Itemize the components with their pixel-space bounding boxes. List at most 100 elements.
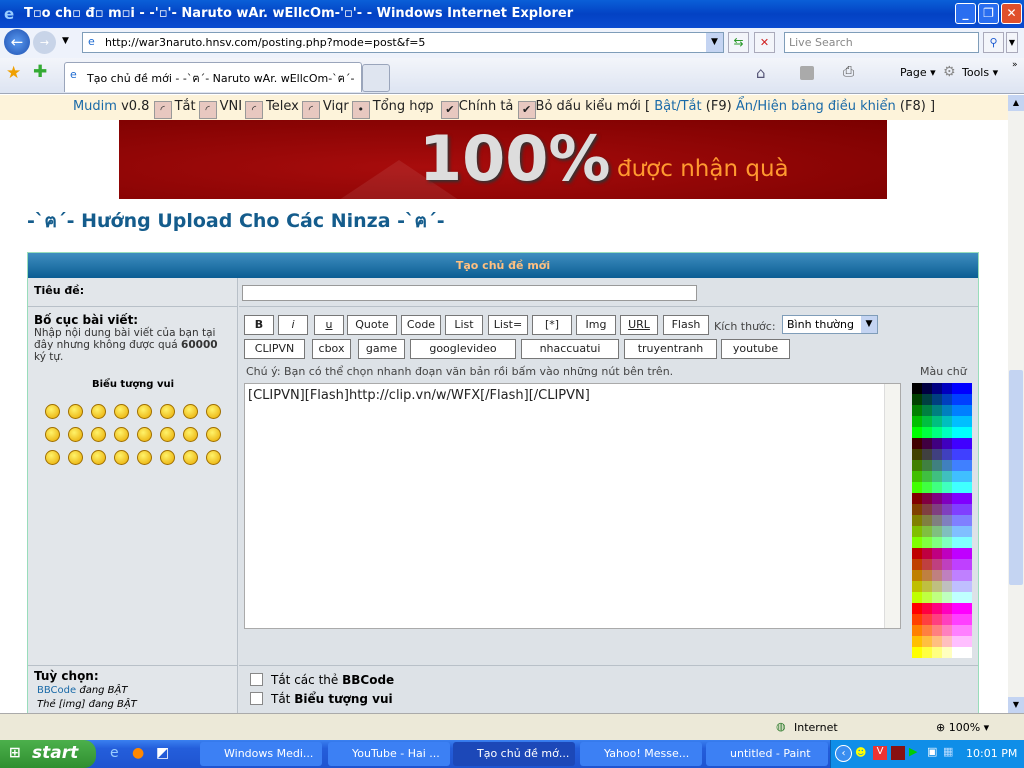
color-swatch[interactable] bbox=[932, 592, 942, 603]
forward-button[interactable]: → bbox=[33, 31, 56, 54]
bbcode-button-b[interactable]: B bbox=[244, 315, 274, 335]
firefox-quicklaunch-icon[interactable]: ● bbox=[132, 745, 144, 761]
taskbar-button[interactable]: untitled - Paint bbox=[706, 742, 828, 766]
font-size-select[interactable]: Bình thường ▼ bbox=[782, 315, 878, 334]
favorites-star-icon[interactable]: ★ bbox=[6, 63, 21, 83]
yahoo-tray-icon[interactable]: ☻ bbox=[855, 746, 866, 759]
mudim-link[interactable]: Mudim bbox=[73, 99, 117, 114]
color-swatch[interactable] bbox=[922, 548, 932, 559]
textarea-scrollbar[interactable] bbox=[884, 384, 900, 628]
color-swatch[interactable] bbox=[942, 416, 952, 427]
taskbar-button[interactable]: Yahoo! Messe... bbox=[580, 742, 702, 766]
color-swatch[interactable] bbox=[952, 603, 962, 614]
disable-smilies-checkbox[interactable] bbox=[250, 692, 263, 705]
bbcode-button-clipvn[interactable]: CLIPVN bbox=[244, 339, 305, 359]
v-tray-icon[interactable]: V bbox=[873, 746, 887, 760]
color-swatch[interactable] bbox=[932, 427, 942, 438]
color-swatch[interactable] bbox=[932, 647, 942, 658]
smiley-icon[interactable] bbox=[68, 450, 83, 465]
smiley-icon[interactable] bbox=[183, 427, 198, 442]
color-swatch[interactable] bbox=[912, 471, 922, 482]
color-swatch[interactable] bbox=[922, 603, 932, 614]
bbcode-button-youtube[interactable]: youtube bbox=[721, 339, 790, 359]
start-button[interactable]: ⊞ start bbox=[0, 740, 96, 768]
color-swatch[interactable] bbox=[912, 515, 922, 526]
print-icon[interactable]: ⎙ bbox=[843, 64, 854, 80]
color-swatch[interactable] bbox=[912, 416, 922, 427]
color-swatch[interactable] bbox=[962, 581, 972, 592]
bbcode-button-list[interactable]: List bbox=[445, 315, 483, 335]
app-quicklaunch-icon[interactable]: ◩ bbox=[156, 745, 169, 761]
history-dropdown[interactable]: ▼ bbox=[62, 36, 69, 46]
color-swatch[interactable] bbox=[922, 394, 932, 405]
color-swatch[interactable] bbox=[962, 383, 972, 394]
color-swatch[interactable] bbox=[942, 603, 952, 614]
color-swatch[interactable] bbox=[942, 427, 952, 438]
smiley-icon[interactable] bbox=[183, 404, 198, 419]
search-input[interactable]: Live Search bbox=[784, 32, 979, 53]
color-swatch[interactable] bbox=[962, 537, 972, 548]
color-swatch[interactable] bbox=[932, 416, 942, 427]
color-swatch[interactable] bbox=[922, 625, 932, 636]
color-swatch[interactable] bbox=[962, 504, 972, 515]
mudim-radio[interactable]: ◜ bbox=[153, 101, 172, 119]
color-swatch[interactable] bbox=[952, 636, 962, 647]
color-swatch[interactable] bbox=[912, 570, 922, 581]
color-swatch[interactable] bbox=[912, 405, 922, 416]
smiley-icon[interactable] bbox=[160, 404, 175, 419]
color-swatch[interactable] bbox=[932, 537, 942, 548]
play-tray-icon[interactable]: ▶ bbox=[909, 745, 917, 758]
color-swatch[interactable] bbox=[912, 537, 922, 548]
color-swatch[interactable] bbox=[952, 438, 962, 449]
color-swatch[interactable] bbox=[962, 636, 972, 647]
color-swatch[interactable] bbox=[912, 427, 922, 438]
color-swatch[interactable] bbox=[912, 383, 922, 394]
color-swatch[interactable] bbox=[922, 383, 932, 394]
color-swatch[interactable] bbox=[912, 614, 922, 625]
bbcode-button-item[interactable]: [*] bbox=[532, 315, 572, 335]
smiley-icon[interactable] bbox=[114, 404, 129, 419]
color-swatch[interactable] bbox=[952, 515, 962, 526]
smiley-icon[interactable] bbox=[137, 404, 152, 419]
color-swatch[interactable] bbox=[962, 603, 972, 614]
color-swatch[interactable] bbox=[932, 603, 942, 614]
new-accent-checkbox[interactable]: ✔ bbox=[517, 101, 536, 119]
taskbar-button[interactable]: Windows Medi... bbox=[200, 742, 322, 766]
color-swatch[interactable] bbox=[962, 460, 972, 471]
color-swatch[interactable] bbox=[942, 405, 952, 416]
color-swatch[interactable] bbox=[942, 625, 952, 636]
promo-banner[interactable]: 100% được nhận quà bbox=[119, 120, 887, 199]
color-swatch[interactable] bbox=[942, 449, 952, 460]
color-swatch[interactable] bbox=[962, 471, 972, 482]
color-swatch[interactable] bbox=[952, 614, 962, 625]
mudim-radio[interactable]: ◜ bbox=[245, 101, 264, 119]
color-swatch[interactable] bbox=[932, 625, 942, 636]
color-swatch[interactable] bbox=[912, 647, 922, 658]
color-swatch[interactable] bbox=[952, 449, 962, 460]
color-swatch[interactable] bbox=[912, 548, 922, 559]
color-swatch[interactable] bbox=[952, 559, 962, 570]
color-swatch[interactable] bbox=[962, 394, 972, 405]
mudim-radio[interactable]: • bbox=[351, 101, 370, 119]
color-swatch[interactable] bbox=[952, 460, 962, 471]
color-swatch[interactable] bbox=[932, 526, 942, 537]
search-icon[interactable]: ⚲ bbox=[983, 32, 1004, 53]
color-swatch[interactable] bbox=[952, 394, 962, 405]
color-swatch[interactable] bbox=[912, 636, 922, 647]
color-swatch[interactable] bbox=[922, 449, 932, 460]
color-swatch[interactable] bbox=[942, 581, 952, 592]
color-swatch[interactable] bbox=[932, 394, 942, 405]
color-swatch[interactable] bbox=[922, 405, 932, 416]
mudim-radio[interactable]: ◜ bbox=[198, 101, 217, 119]
color-swatch[interactable] bbox=[962, 449, 972, 460]
color-swatch[interactable] bbox=[962, 614, 972, 625]
color-swatch[interactable] bbox=[932, 614, 942, 625]
color-swatch[interactable] bbox=[962, 427, 972, 438]
color-swatch[interactable] bbox=[952, 570, 962, 581]
tray-expand-button[interactable]: ‹ bbox=[835, 745, 852, 762]
color-swatch[interactable] bbox=[952, 581, 962, 592]
color-swatch[interactable] bbox=[962, 647, 972, 658]
address-bar[interactable]: e http://war3naruto.hnsv.com/posting.php… bbox=[82, 32, 724, 53]
color-swatch[interactable] bbox=[962, 515, 972, 526]
color-swatch[interactable] bbox=[932, 570, 942, 581]
